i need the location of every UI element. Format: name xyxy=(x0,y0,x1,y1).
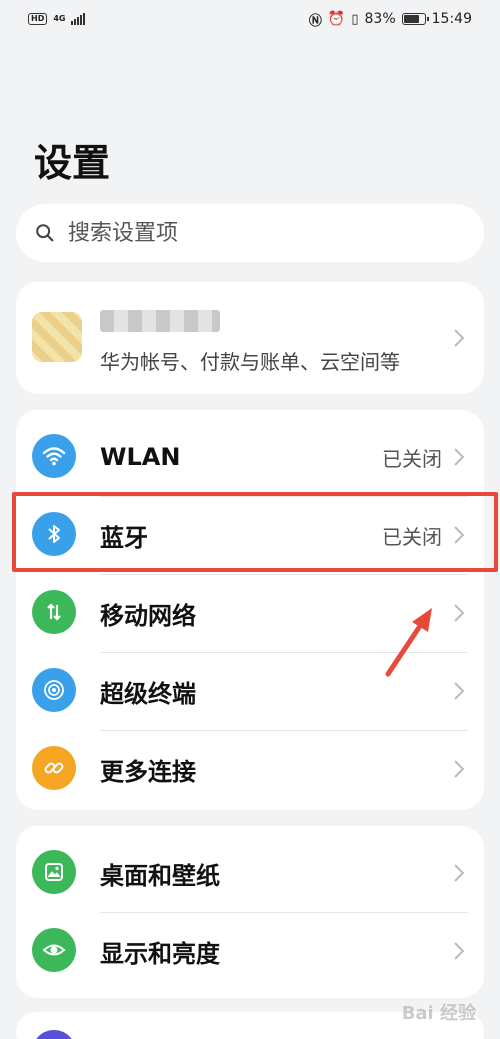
search-icon xyxy=(36,224,54,242)
chevron-right-icon xyxy=(454,604,465,622)
annotation-arrow xyxy=(385,608,432,677)
account-card[interactable]: 华为帐号、付款与账单、云空间等 xyxy=(16,282,484,394)
chevron-right-icon xyxy=(454,760,465,778)
row-label: 移动网络 xyxy=(100,601,196,630)
chevron-right-icon xyxy=(454,682,465,700)
row-label: 桌面和壁纸 xyxy=(100,861,220,890)
search-bar[interactable] xyxy=(16,204,484,262)
signal-icon xyxy=(71,13,86,25)
row-label: 蓝牙 xyxy=(100,523,148,552)
super-device-icon xyxy=(32,668,76,712)
chevron-right-icon xyxy=(454,329,465,347)
row-label: 更多连接 xyxy=(100,757,196,786)
display-card: 桌面和壁纸 显示和亮度 xyxy=(16,826,484,998)
status-bar: HD 4G Ⓝ ⏰ ▯ 83% 15:49 xyxy=(0,0,500,38)
row-status: 已关闭 xyxy=(382,524,442,549)
network-type: 4G xyxy=(53,14,66,23)
battery-icon xyxy=(401,13,429,25)
chevron-right-icon xyxy=(454,448,465,466)
settings-row-wlan[interactable]: WLAN 已关闭 xyxy=(16,418,484,496)
account-subtitle: 华为帐号、付款与账单、云空间等 xyxy=(100,350,400,374)
nfc-icon: Ⓝ xyxy=(308,13,322,29)
avatar xyxy=(32,312,82,362)
watermark: Bai 经验 xyxy=(401,1003,476,1024)
page-title: 设置 xyxy=(34,141,111,185)
chevron-right-icon xyxy=(454,526,465,544)
hd-icon: HD xyxy=(28,13,48,25)
search-input[interactable] xyxy=(68,220,448,246)
eye-icon xyxy=(32,928,76,972)
alarm-icon: ⏰ xyxy=(327,11,346,27)
row-label: WLAN xyxy=(100,443,181,471)
wallpaper-icon xyxy=(32,850,76,894)
settings-row-more-connections[interactable]: 更多连接 xyxy=(16,730,484,808)
link-icon xyxy=(32,746,76,790)
row-label: 显示和亮度 xyxy=(100,939,220,968)
chevron-right-icon xyxy=(454,942,465,960)
clock: 15:49 xyxy=(431,11,472,27)
mobile-data-icon xyxy=(32,590,76,634)
battery-percent: 83% xyxy=(364,11,396,27)
row-label: 超级终端 xyxy=(100,679,196,708)
chevron-right-icon xyxy=(454,864,465,882)
account-name-blurred xyxy=(100,310,220,332)
settings-row-bluetooth[interactable]: 蓝牙 已关闭 xyxy=(16,496,484,574)
vibrate-icon: ▯ xyxy=(351,11,359,27)
partial-icon xyxy=(32,1030,76,1039)
row-status: 已关闭 xyxy=(382,446,442,471)
settings-row-display-brightness[interactable]: 显示和亮度 xyxy=(16,912,484,990)
bluetooth-icon xyxy=(32,512,76,556)
wifi-icon xyxy=(32,434,76,478)
settings-row-wallpaper[interactable]: 桌面和壁纸 xyxy=(16,834,484,912)
